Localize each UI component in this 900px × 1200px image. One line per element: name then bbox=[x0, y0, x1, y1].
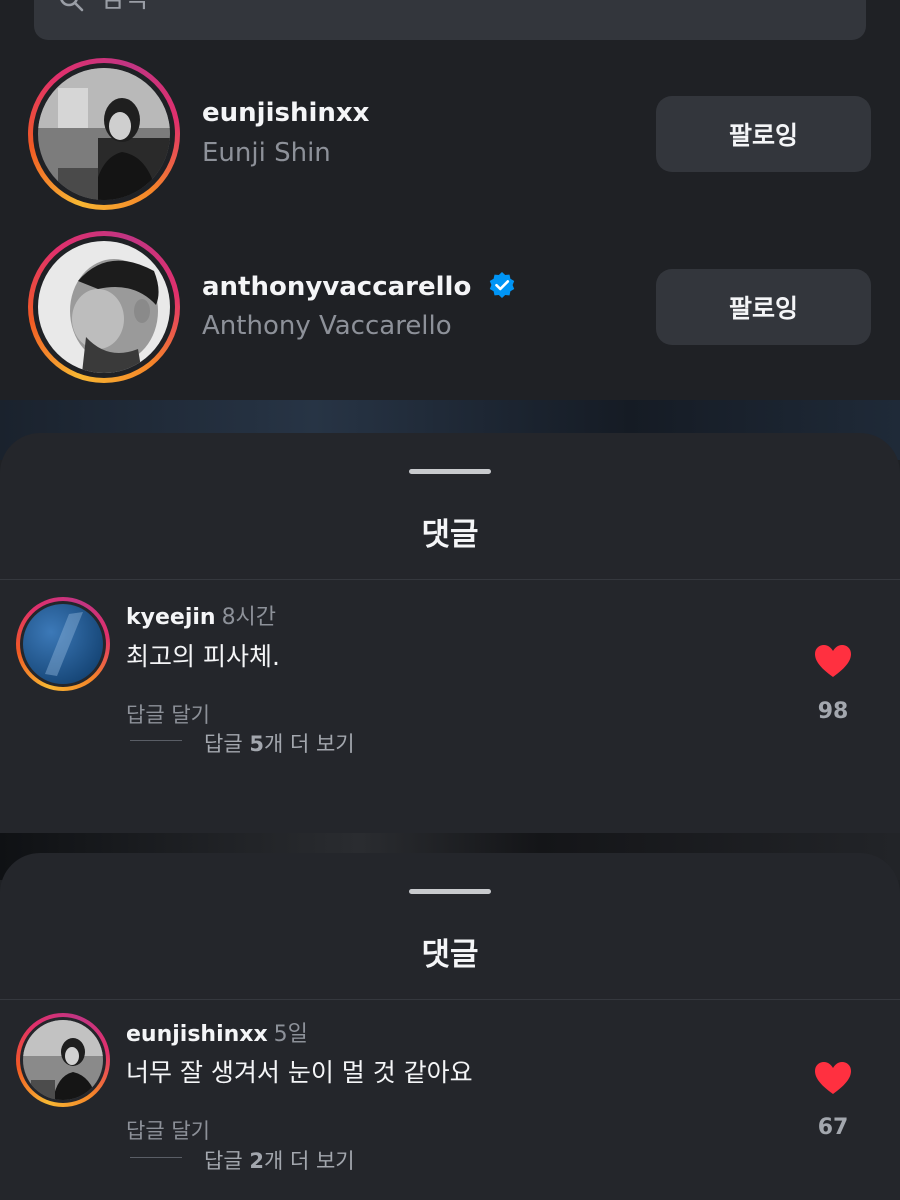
view-more-replies[interactable]: 답글 5개 더 보기 bbox=[204, 728, 355, 758]
like-count: 98 bbox=[817, 699, 849, 724]
reply-button[interactable]: 답글 달기 bbox=[126, 1115, 210, 1145]
drag-handle[interactable] bbox=[409, 889, 491, 894]
commenter-avatar-ring[interactable] bbox=[16, 1013, 110, 1107]
avatar bbox=[23, 604, 103, 684]
comments-sheet: 댓글 kyeejin 8시간 최고의 피사체. 답글 달기 답글 5개 더 보기 … bbox=[0, 433, 900, 833]
more-suffix: 개 더 보기 bbox=[263, 732, 355, 756]
username[interactable]: anthonyvaccarello bbox=[202, 272, 471, 302]
search-icon bbox=[60, 0, 84, 12]
comment-time: 8시간 bbox=[221, 605, 277, 630]
more-prefix: 답글 bbox=[204, 732, 250, 756]
more-count: 5 bbox=[249, 732, 264, 756]
full-name: Eunji Shin bbox=[202, 138, 331, 168]
full-name: Anthony Vaccarello bbox=[202, 311, 452, 341]
replies-line bbox=[130, 740, 182, 741]
comment-time: 5일 bbox=[273, 1022, 308, 1047]
comment-username[interactable]: kyeejin bbox=[126, 605, 216, 630]
avatar bbox=[38, 241, 170, 373]
comment-header: kyeejin 8시간 bbox=[126, 599, 276, 631]
comment-text: 너무 잘 생겨서 눈이 멀 것 같아요 bbox=[126, 1058, 473, 1087]
drag-handle[interactable] bbox=[409, 469, 491, 474]
avatar-ring[interactable] bbox=[28, 231, 180, 383]
divider bbox=[0, 999, 900, 1000]
heart-icon[interactable] bbox=[814, 644, 852, 678]
comment-text: 최고의 피사체. bbox=[126, 642, 280, 671]
search-placeholder: 검색 bbox=[100, 0, 148, 12]
avatar-ring[interactable] bbox=[28, 58, 180, 210]
commenter-avatar-ring[interactable] bbox=[16, 597, 110, 691]
comment-username[interactable]: eunjishinxx bbox=[126, 1022, 268, 1047]
more-suffix: 개 더 보기 bbox=[263, 1149, 355, 1173]
avatar bbox=[23, 1020, 103, 1100]
following-button[interactable]: 팔로잉 bbox=[656, 269, 871, 345]
more-prefix: 답글 bbox=[204, 1149, 250, 1173]
following-button[interactable]: 팔로잉 bbox=[656, 96, 871, 172]
reply-button[interactable]: 답글 달기 bbox=[126, 699, 210, 729]
following-list: 검색 eunjishinxx Eunji Shin 팔로잉 bbox=[0, 0, 900, 400]
view-more-replies[interactable]: 답글 2개 더 보기 bbox=[204, 1145, 355, 1175]
username-with-badge[interactable]: anthonyvaccarello bbox=[202, 271, 516, 302]
more-count: 2 bbox=[249, 1149, 264, 1173]
comments-sheet: 댓글 eunjishinxx 5일 너무 잘 생겨서 눈이 멀 것 같아요 답글 … bbox=[0, 853, 900, 1200]
sheet-title: 댓글 bbox=[421, 937, 479, 973]
comment-header: eunjishinxx 5일 bbox=[126, 1016, 308, 1048]
following-row-anthonyvaccarello[interactable]: anthonyvaccarello Anthony Vaccarello 팔로잉 bbox=[0, 231, 900, 391]
verified-badge-icon bbox=[490, 272, 515, 298]
divider bbox=[0, 579, 900, 580]
following-row-eunjishinxx[interactable]: eunjishinxx Eunji Shin 팔로잉 bbox=[0, 58, 900, 218]
avatar bbox=[38, 68, 170, 200]
search-bar[interactable]: 검색 bbox=[34, 0, 866, 40]
sheet-title: 댓글 bbox=[421, 517, 479, 553]
heart-icon[interactable] bbox=[814, 1061, 852, 1095]
replies-line bbox=[130, 1157, 182, 1158]
username[interactable]: eunjishinxx bbox=[202, 98, 369, 128]
like-count: 67 bbox=[817, 1115, 849, 1140]
